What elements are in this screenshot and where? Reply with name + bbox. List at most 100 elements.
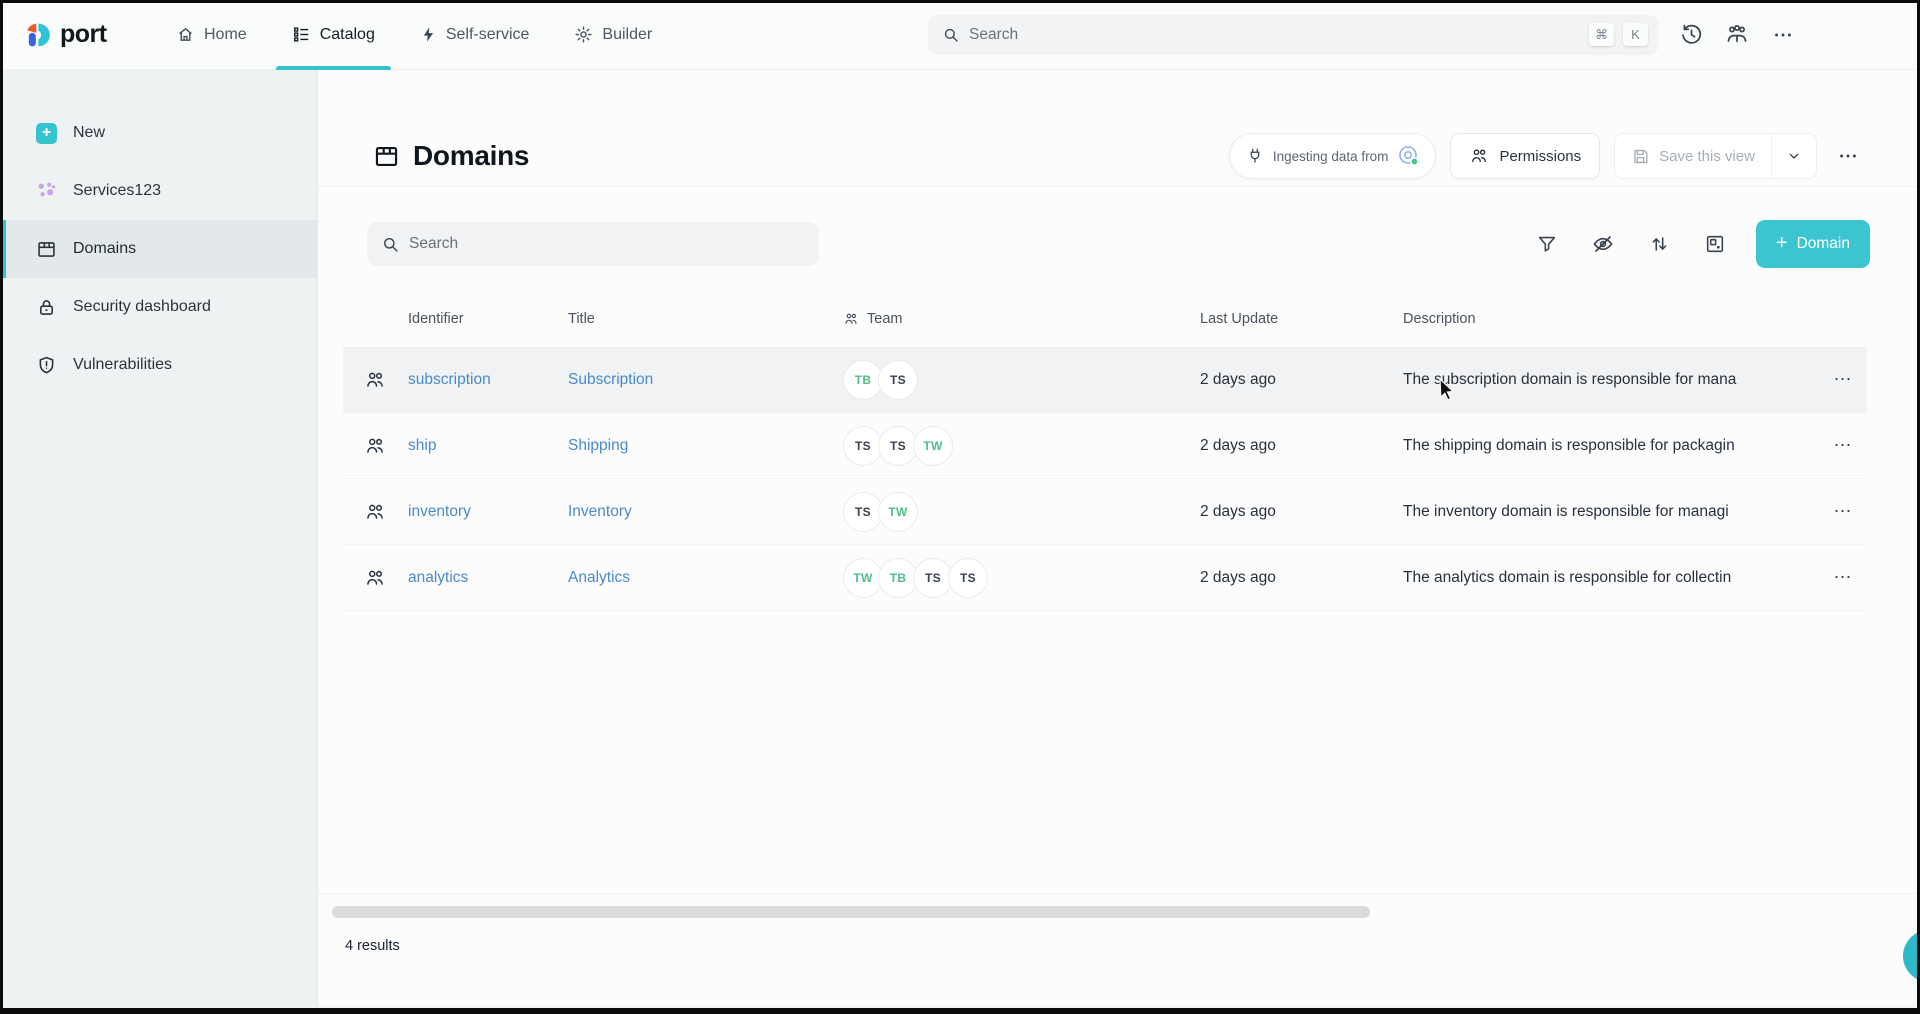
team-badges: TS TW: [843, 492, 1200, 532]
sidebar: + New Services123 Domains Security dashb…: [0, 70, 318, 1014]
team-badge[interactable]: TS: [878, 360, 918, 400]
title-link[interactable]: Subscription: [568, 371, 843, 389]
team-badge[interactable]: TS: [948, 558, 988, 598]
row-more-button[interactable]: ⋯: [1819, 501, 1867, 522]
tab-self-service[interactable]: Self-service: [420, 0, 530, 69]
team-badges: TB TS: [843, 360, 1200, 400]
datasource-status-icon: [1397, 144, 1421, 168]
sidebar-item-services123[interactable]: Services123: [0, 162, 317, 220]
sort-button[interactable]: [1646, 231, 1672, 257]
team-badge[interactable]: TB: [843, 360, 883, 400]
save-view-button[interactable]: Save this view: [1615, 134, 1771, 178]
col-team[interactable]: Team: [843, 311, 1200, 327]
sort-arrows-icon: [1648, 233, 1670, 255]
catalog-icon: [292, 25, 311, 44]
team-badge[interactable]: TW: [913, 426, 953, 466]
sidebar-item-vulnerabilities[interactable]: Vulnerabilities: [0, 336, 317, 394]
port-logo[interactable]: port: [24, 20, 176, 49]
table-row[interactable]: inventory Inventory TS TW 2 days ago The…: [343, 479, 1867, 545]
team-badge[interactable]: TS: [843, 492, 883, 532]
last-update-cell: 2 days ago: [1200, 371, 1403, 389]
tab-label: Catalog: [320, 26, 375, 44]
permissions-button[interactable]: Permissions: [1450, 133, 1600, 179]
divider: [318, 893, 1920, 894]
table-tools: [1534, 231, 1728, 257]
domains-table: Identifier Title Team Last Update Descri…: [343, 290, 1867, 611]
identifier-link[interactable]: analytics: [408, 569, 568, 587]
catalog-toolbar: + Domain: [318, 219, 1920, 269]
row-more-button[interactable]: ⋯: [1819, 435, 1867, 456]
plug-icon: [1246, 147, 1264, 165]
save-view-dropdown-button[interactable]: [1772, 134, 1816, 178]
history-icon: [1680, 23, 1703, 46]
domain-entity-icon: [364, 369, 408, 391]
org-members-button[interactable]: [1724, 22, 1750, 48]
col-title[interactable]: Title: [568, 311, 843, 327]
ingesting-data-button[interactable]: Ingesting data from: [1229, 133, 1437, 179]
team-badge[interactable]: TS: [913, 558, 953, 598]
team-badge[interactable]: TS: [843, 426, 883, 466]
page-actions: Ingesting data from Permissions: [1229, 133, 1865, 179]
history-button[interactable]: [1678, 22, 1704, 48]
col-description[interactable]: Description: [1403, 311, 1819, 327]
add-domain-button[interactable]: + Domain: [1756, 220, 1870, 268]
title-link[interactable]: Analytics: [568, 569, 843, 587]
lightning-icon: [420, 26, 437, 43]
identifier-link[interactable]: ship: [408, 437, 568, 455]
horizontal-scrollbar[interactable]: [332, 906, 1370, 918]
sidebar-item-security-dashboard[interactable]: Security dashboard: [0, 278, 317, 336]
domain-entity-icon: [364, 567, 408, 589]
group-by-button[interactable]: [1702, 231, 1728, 257]
navbar-more-button[interactable]: [1770, 22, 1796, 48]
home-icon: [176, 25, 195, 44]
table-header: Identifier Title Team Last Update Descri…: [343, 290, 1867, 347]
ingesting-label: Ingesting data from: [1273, 149, 1389, 164]
chevron-down-icon: [1786, 148, 1802, 164]
table-row[interactable]: subscription Subscription TB TS 2 days a…: [343, 347, 1867, 413]
page-more-button[interactable]: [1831, 136, 1865, 176]
tab-label: Self-service: [446, 26, 530, 44]
grid-table-icon: [373, 143, 400, 170]
description-cell: The subscription domain is responsible f…: [1403, 371, 1819, 389]
domain-entity-icon: [364, 501, 408, 523]
tab-builder[interactable]: Builder: [574, 0, 652, 69]
last-update-cell: 2 days ago: [1200, 569, 1403, 587]
row-more-button[interactable]: ⋯: [1819, 369, 1867, 390]
more-icon: [1837, 145, 1859, 167]
team-badge[interactable]: TW: [878, 492, 918, 532]
team-badge[interactable]: TW: [843, 558, 883, 598]
cmd-keycap: ⌘: [1589, 23, 1614, 46]
global-search[interactable]: ⌘ K: [928, 15, 1658, 55]
nav-tabs: Home Catalog Self-service Builder: [176, 0, 652, 69]
brand-name: port: [60, 20, 107, 49]
sidebar-item-domains[interactable]: Domains: [0, 220, 317, 278]
title-link[interactable]: Shipping: [568, 437, 843, 455]
identifier-link[interactable]: inventory: [408, 503, 568, 521]
add-domain-label: Domain: [1797, 235, 1850, 253]
tab-home[interactable]: Home: [176, 0, 247, 69]
sidebar-item-label: Services123: [73, 182, 161, 200]
divider: [318, 186, 1920, 187]
table-row[interactable]: ship Shipping TS TS TW 2 days ago The sh…: [343, 413, 1867, 479]
identifier-link[interactable]: subscription: [408, 371, 568, 389]
title-link[interactable]: Inventory: [568, 503, 843, 521]
table-row[interactable]: analytics Analytics TW TB TS TS 2 days a…: [343, 545, 1867, 611]
shield-icon: [36, 355, 57, 376]
sidebar-item-new[interactable]: + New: [0, 104, 317, 162]
hide-columns-button[interactable]: [1590, 231, 1616, 257]
team-badge[interactable]: TS: [878, 426, 918, 466]
tab-label: Builder: [602, 26, 652, 44]
filter-funnel-icon: [1536, 233, 1558, 255]
col-last-update[interactable]: Last Update: [1200, 311, 1403, 327]
permissions-label: Permissions: [1499, 148, 1581, 165]
row-more-button[interactable]: ⋯: [1819, 567, 1867, 588]
team-badge[interactable]: TB: [878, 558, 918, 598]
global-search-input[interactable]: [969, 26, 1580, 44]
group-by-icon: [1704, 233, 1726, 255]
save-view-group: Save this view: [1614, 133, 1817, 179]
col-identifier[interactable]: Identifier: [408, 311, 568, 327]
tab-catalog[interactable]: Catalog: [292, 0, 375, 69]
catalog-search[interactable]: [367, 222, 819, 266]
filter-button[interactable]: [1534, 231, 1560, 257]
catalog-search-input[interactable]: [409, 235, 807, 253]
